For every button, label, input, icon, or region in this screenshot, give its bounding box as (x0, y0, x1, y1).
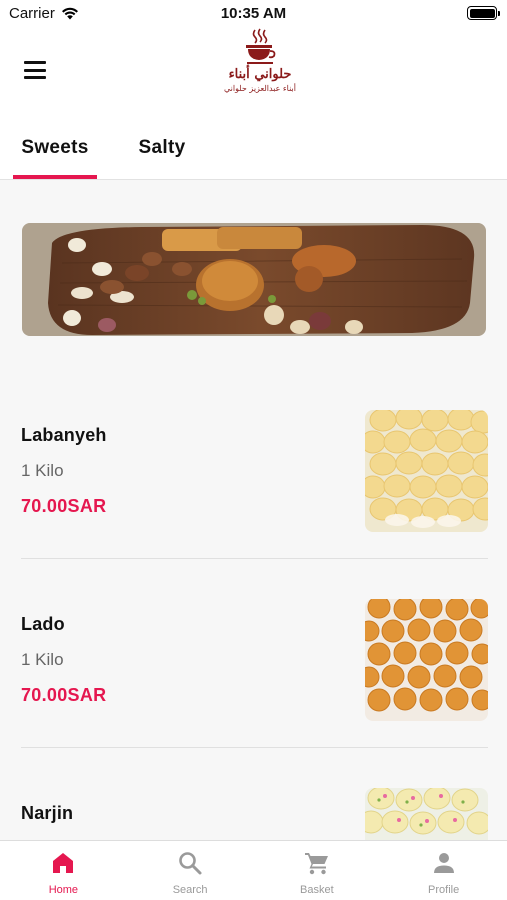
nav-home[interactable]: Home (0, 841, 127, 900)
tab-sweets[interactable]: Sweets (13, 116, 97, 180)
product-price: 70.00SAR (21, 496, 107, 516)
product-name: Lado (21, 614, 65, 634)
category-tabs: Sweets Salty (0, 116, 507, 180)
sweets-platter-image (22, 223, 486, 336)
labanyeh-photo (365, 410, 488, 532)
nav-label-search: Search (172, 884, 208, 896)
product-card-labanyeh[interactable]: Labanyeh 1 Kilo 70.00SAR (21, 408, 488, 598)
teacup-logo-icon (246, 28, 276, 64)
app-header: حلواني أبناء أبناء عبدالعزيز حلواني (0, 28, 507, 116)
cart-icon (304, 853, 328, 875)
nav-label-basket: Basket (300, 884, 334, 896)
status-time: 10:35 AM (220, 5, 287, 22)
product-price: 70.00SAR (21, 685, 107, 705)
person-icon (433, 853, 454, 873)
divider (21, 747, 488, 748)
home-icon (53, 853, 74, 873)
divider (21, 558, 488, 559)
status-bar: Carrier 10:35 AM (0, 0, 507, 28)
bottom-navigation: Home Search Basket Profile (0, 840, 507, 900)
product-card-narjin[interactable]: Narjin (21, 786, 488, 840)
product-quantity: 1 Kilo (21, 461, 64, 480)
nav-basket[interactable]: Basket (254, 841, 381, 900)
nav-search[interactable]: Search (127, 841, 254, 900)
menu-icon[interactable] (24, 61, 46, 79)
nav-label-profile: Profile (428, 884, 460, 896)
logo-text-secondary: أبناء عبدالعزيز حلواني (224, 84, 296, 93)
search-icon (179, 852, 202, 875)
narjin-photo (365, 788, 488, 840)
nav-label-home: Home (48, 884, 79, 896)
battery-icon (467, 6, 500, 20)
nav-profile[interactable]: Profile (380, 841, 507, 900)
product-quantity: 1 Kilo (21, 650, 64, 669)
product-name: Narjin (21, 803, 74, 823)
tab-salty[interactable]: Salty (120, 116, 204, 180)
product-card-lado[interactable]: Lado 1 Kilo 70.00SAR (21, 597, 488, 787)
logo-text-primary: حلواني أبناء (228, 67, 292, 82)
product-name: Labanyeh (21, 425, 107, 445)
lado-photo (365, 599, 488, 721)
brand-logo: حلواني أبناء أبناء عبدالعزيز حلواني (218, 28, 302, 112)
promo-banner[interactable] (22, 223, 486, 336)
active-tab-indicator (13, 175, 97, 179)
